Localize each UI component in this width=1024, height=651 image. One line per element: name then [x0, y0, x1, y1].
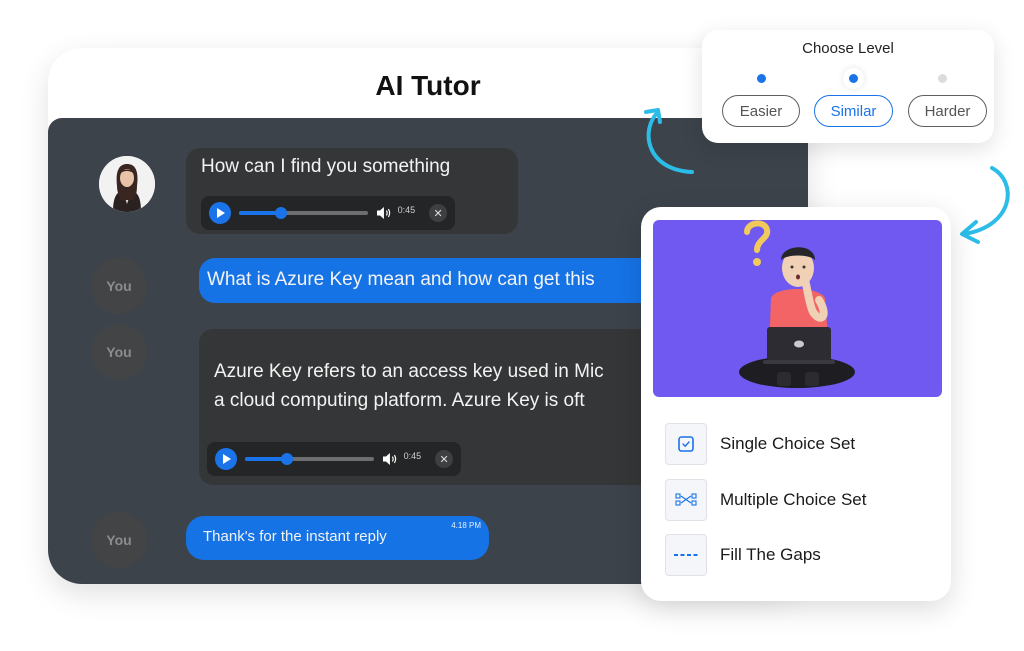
audio-progress-knob[interactable]: [275, 207, 288, 219]
quiz-type-label: Fill The Gaps: [720, 545, 821, 564]
audio-player[interactable]: 0:45 ✕: [207, 442, 461, 476]
quiz-type-label: Multiple Choice Set: [720, 490, 867, 509]
audio-duration: 0:45: [397, 205, 416, 215]
message-text: What is Azure Key mean and how can get t…: [207, 269, 595, 290]
volume-icon[interactable]: [382, 451, 398, 467]
volume-icon[interactable]: [376, 205, 392, 221]
level-dot-similar: [849, 74, 858, 83]
message-text: How can I find you something: [201, 156, 451, 177]
audio-duration: 0:45: [403, 451, 422, 461]
user-avatar: You: [91, 258, 147, 314]
tutor-avatar: [99, 156, 155, 212]
message-line: a cloud computing platform. Azure Key is…: [214, 390, 585, 411]
dashes-icon: [665, 534, 707, 576]
tutor-message-bubble: How can I find you something 0:45 ✕: [186, 148, 518, 234]
quiz-type-multiple-choice[interactable]: Multiple Choice Set: [665, 479, 866, 521]
harder-button[interactable]: Harder: [908, 95, 987, 127]
audio-progress-slider[interactable]: [238, 207, 368, 219]
level-dot-easier: [757, 74, 766, 83]
audio-progress-knob[interactable]: [281, 453, 294, 465]
curved-arrow-up-icon: [644, 108, 694, 174]
close-audio-button[interactable]: ✕: [429, 204, 448, 222]
message-text: Azure Key refers to an access key used i…: [214, 357, 604, 415]
user-avatar: You: [91, 512, 147, 568]
quiz-type-fill-gaps[interactable]: Fill The Gaps: [665, 534, 821, 576]
level-dot-harder: [938, 74, 947, 83]
tutor-photo-icon: [99, 156, 155, 212]
choose-level-panel: Choose Level Easier Similar Harder: [702, 30, 994, 143]
similar-button[interactable]: Similar: [814, 95, 893, 127]
play-button[interactable]: [209, 202, 231, 224]
audio-progress-slider[interactable]: [244, 453, 374, 465]
checkbox-icon: [665, 423, 707, 465]
quiz-type-label: Single Choice Set: [720, 434, 856, 453]
audio-player[interactable]: 0:45 ✕: [201, 196, 455, 230]
curved-arrow-down-icon: [960, 166, 1010, 244]
play-button[interactable]: [215, 448, 237, 470]
multiple-choice-icon: [665, 479, 707, 521]
quiz-type-single-choice[interactable]: Single Choice Set: [665, 423, 855, 465]
close-audio-button[interactable]: ✕: [435, 450, 454, 468]
message-timestamp: 4.18 PM: [451, 521, 481, 530]
user-message-bubble: Thank's for the instant reply 4.18 PM: [186, 516, 489, 560]
easier-button[interactable]: Easier: [722, 95, 800, 127]
thinking-person-icon: [739, 220, 855, 388]
user-avatar: You: [91, 324, 147, 380]
thinking-person-illustration: [653, 220, 942, 397]
message-text: Thank's for the instant reply: [203, 528, 387, 545]
choose-level-title: Choose Level: [802, 40, 894, 57]
quiz-type-panel: Single Choice Set Multiple Choice Set Fi…: [641, 207, 951, 601]
message-line: Azure Key refers to an access key used i…: [214, 361, 604, 382]
